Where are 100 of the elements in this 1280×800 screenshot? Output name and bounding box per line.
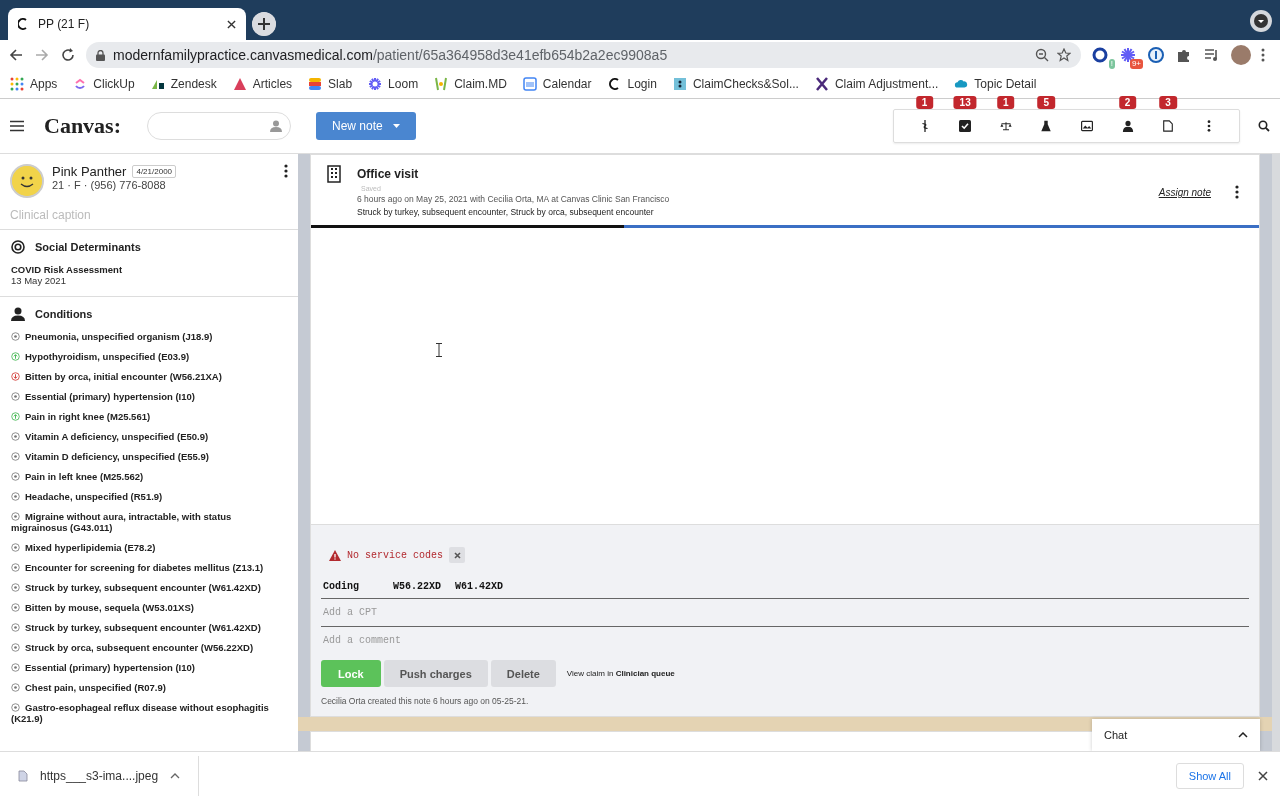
condition-item[interactable]: Migraine without aura, intractable, with status migrainosus (G43.011) [11,511,287,533]
stable-status-icon [11,643,20,652]
stable-status-icon [11,543,20,552]
bookmark-link[interactable]: Calendar [542,77,592,91]
bookmark-link[interactable]: ClaimChecks&Sol... [692,77,799,91]
star-icon[interactable] [1057,48,1071,62]
condition-item[interactable]: Gastro-esophageal reflux disease without esophagitis (K21.9) [11,702,287,724]
lock-icon [96,49,105,61]
new-tab-icon[interactable] [252,12,276,36]
note-meta: 6 hours ago on May 25, 2021 with Cecilia Orta, MA at Canvas Clinic San Francisco [357,194,670,204]
assign-note-link[interactable]: Assign note [1158,187,1211,198]
patient-name: Pink Panther [52,164,127,179]
condition-item[interactable]: Struck by orca, subsequent encounter (W56.22XD) [11,642,287,653]
checkbox-icon[interactable] [959,120,972,132]
x-logo-icon [814,77,829,91]
cpt-field[interactable]: Add a CPT [321,599,1249,627]
diagnosis-code: W56.22XD [393,581,442,592]
condition-item[interactable]: Bitten by orca, initial encounter (W56.21XA) [11,371,287,382]
close-icon[interactable] [227,19,236,29]
up-arrow-status-icon [11,352,20,361]
condition-item[interactable]: Essential (primary) hypertension (I10) [11,662,287,673]
note-diagnoses: Struck by turkey, subsequent encounter, Struck by orca, subsequent encounter [357,207,655,217]
show-all-button[interactable]: Show All [1175,762,1244,789]
reload-icon[interactable] [60,47,76,63]
download-filename[interactable]: https___s3-ima....jpeg [40,768,159,783]
scale-icon[interactable] [999,120,1012,132]
bookmark-link[interactable]: Slab [328,77,353,91]
count-badge: 1 [996,96,1015,109]
new-note-button[interactable]: New note [316,112,416,140]
dropdown-icon[interactable] [1250,10,1272,32]
condition-item[interactable]: Pain in left knee (M25.562) [11,471,287,482]
bookmark-link[interactable]: Claim.MD [454,77,507,91]
scrollbar[interactable] [1272,154,1280,751]
diagnosis-code: W61.42XD [455,581,504,592]
condition-item[interactable]: Mixed hyperlipidemia (E78.2) [11,542,287,553]
action-button[interactable]: Delete [490,660,556,687]
calendar-icon [522,77,537,91]
zoom-out-icon[interactable] [1035,48,1049,62]
patient-details: 21 · F · (956) 776-8088 [52,179,167,191]
ring-extension-icon[interactable] [1091,46,1109,64]
stable-status-icon [11,563,20,572]
bookmark-link[interactable]: Topic Detail [974,77,1037,91]
bookmark-link[interactable]: Articles [252,77,293,91]
more-icon[interactable] [1261,48,1265,62]
condition-item[interactable]: Chest pain, unspecified (R07.9) [11,682,287,693]
bookmark-link[interactable]: ClickUp [93,77,135,91]
close-icon[interactable] [1258,770,1268,781]
dismiss-button[interactable] [449,547,465,563]
stable-status-icon [11,332,20,341]
condition-item[interactable]: Pain in right knee (M25.561) [11,411,287,422]
cloud-logo-icon [954,77,969,91]
caret-icon[interactable] [170,772,181,779]
more-icon[interactable] [284,164,288,178]
count-badge: 2 [1118,96,1137,109]
url-text: modernfamilypractice.canvasmedical.com/patient/65a364958d3e41efb654b2a2ec9908a5 [113,47,668,63]
document-icon[interactable] [1162,120,1175,132]
condition-item[interactable]: Hypothyroidism, unspecified (E03.9) [11,351,287,362]
menu-icon[interactable] [10,120,24,132]
building-icon [327,165,341,183]
stable-status-icon [11,623,20,632]
claim-link[interactable]: View claim in Clinician queue [566,669,675,678]
condition-item[interactable]: Vitamin A deficiency, unspecified (E50.9) [11,431,287,442]
stable-status-icon [11,703,20,712]
condition-item[interactable]: Vitamin D deficiency, unspecified (E55.9) [11,451,287,462]
count-badge: 13 [953,96,977,109]
bookmark-link[interactable]: Loom [388,77,419,91]
person-icon [270,120,282,132]
condition-item[interactable]: Bitten by mouse, sequela (W53.01XS) [11,602,287,613]
comment-field[interactable]: Add a comment [321,627,1249,654]
password-extension-icon[interactable] [1147,46,1165,64]
assessment-name[interactable]: COVID Risk Assessment [11,264,287,275]
chat-widget[interactable]: Chat [1092,719,1260,751]
condition-item[interactable]: Pneumonia, unspecified organism (J18.9) [11,331,287,342]
bookmark-link[interactable]: Login [627,77,657,91]
text-cursor-icon [436,343,442,357]
condition-item[interactable]: Struck by turkey, subsequent encounter (W61.42XD) [11,582,287,593]
search-icon[interactable] [1258,120,1270,132]
image-icon[interactable] [1080,120,1093,132]
person-icon[interactable] [1121,120,1134,132]
flask-icon[interactable] [1040,120,1053,132]
more-icon[interactable] [1235,185,1239,199]
stable-status-icon [11,472,20,481]
stable-status-icon [11,583,20,592]
bookmark-link[interactable]: Zendesk [170,77,217,91]
action-button[interactable]: Push charges [383,660,488,687]
count-badge: 5 [1037,96,1056,109]
condition-item[interactable]: Essential (primary) hypertension (I10) [11,391,287,402]
condition-item[interactable]: Headache, unspecified (R51.9) [11,491,287,502]
profile-avatar[interactable] [1231,45,1251,65]
browser-tab[interactable]: PP (21 F) [8,8,246,40]
condition-item[interactable]: Struck by turkey, subsequent encounter (W61.42XD) [11,622,287,633]
bookmark-link[interactable]: Claim Adjustment... [834,77,939,91]
address-bar[interactable]: modernfamilypractice.canvasmedical.com/patient/65a364958d3e41efb654b2a2ec9908a5 [86,42,1081,68]
section-title: Social Determinants [35,241,141,253]
bookmark-link[interactable]: Apps [30,77,58,91]
close-icon [453,551,461,559]
count-badge: 3 [1159,96,1177,109]
app-logo[interactable]: Canvas: [44,113,121,139]
condition-item[interactable]: Encounter for screening for diabetes mellitus (Z13.1) [11,562,287,573]
back-icon[interactable] [8,47,24,63]
